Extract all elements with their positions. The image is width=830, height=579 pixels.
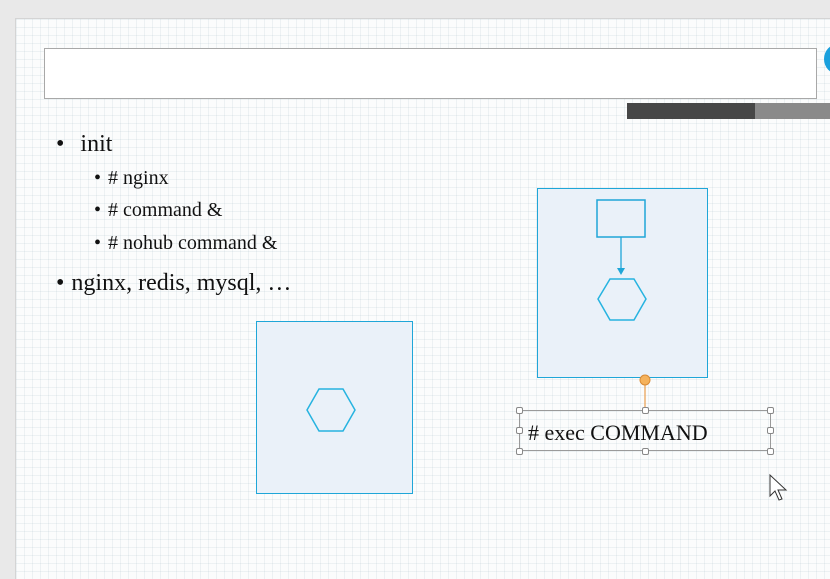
- text-box-label[interactable]: # exec COMMAND: [528, 420, 708, 446]
- resize-handle-bottom-right[interactable]: [767, 448, 774, 455]
- resize-handle-bottom-left[interactable]: [516, 448, 523, 455]
- arrow-head-icon: [617, 268, 625, 275]
- process-rect[interactable]: [596, 199, 646, 238]
- resize-handle-top-left[interactable]: [516, 407, 523, 414]
- resize-handle-right[interactable]: [767, 427, 774, 434]
- resize-handle-top-right[interactable]: [767, 407, 774, 414]
- shapes-overlay: [306, 199, 788, 501]
- hexagon-icon[interactable]: [306, 388, 356, 432]
- resize-handle-left[interactable]: [516, 427, 523, 434]
- resize-handle-top[interactable]: [642, 407, 649, 414]
- mouse-pointer-icon: [769, 473, 788, 501]
- resize-handle-bottom[interactable]: [642, 448, 649, 455]
- rotation-handle-icon[interactable]: [639, 374, 651, 386]
- hexagon-icon[interactable]: [597, 278, 647, 321]
